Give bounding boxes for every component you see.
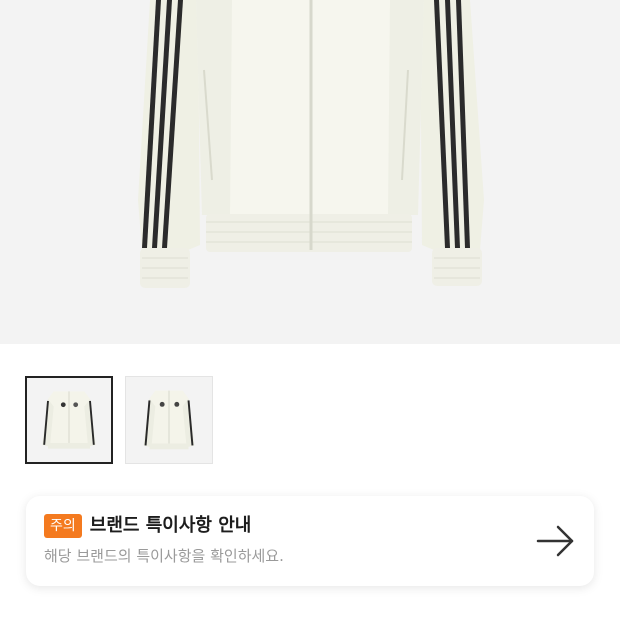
arrow-right-icon[interactable] <box>536 524 576 558</box>
jacket-thumbnail-image <box>143 390 195 450</box>
jacket-thumbnail-image <box>42 391 96 449</box>
notice-description: 해당 브랜드의 특이사항을 확인하세요. <box>44 547 284 565</box>
warning-badge: 주의 <box>44 514 82 538</box>
notice-header: 주의 브랜드 특이사항 안내 <box>44 514 576 538</box>
brand-notice-card[interactable]: 주의 브랜드 특이사항 안내 해당 브랜드의 특이사항을 확인하세요. <box>26 496 594 586</box>
notice-title: 브랜드 특이사항 안내 <box>89 515 252 536</box>
product-main-image[interactable] <box>0 0 620 344</box>
jacket-illustration <box>138 0 484 288</box>
thumbnail-1[interactable] <box>25 376 113 464</box>
thumbnail-strip <box>25 376 213 464</box>
thumbnail-2[interactable] <box>125 376 213 464</box>
